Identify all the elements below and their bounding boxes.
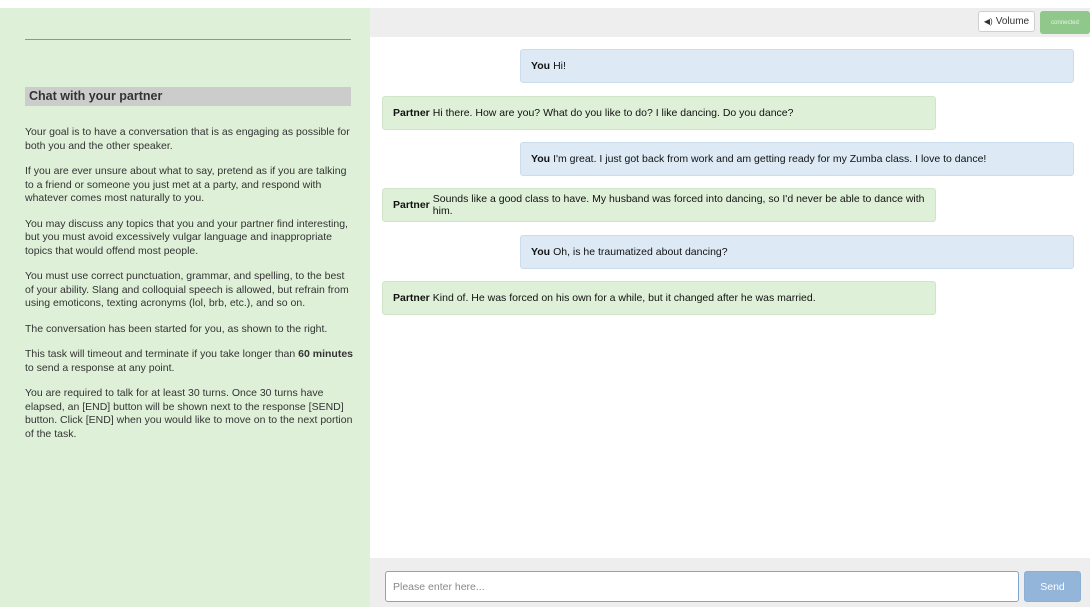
instructions-text: Your goal is to have a conversation that…	[25, 126, 355, 453]
send-button[interactable]: Send	[1024, 571, 1081, 602]
chat-task-page: Chat with your partner Your goal is to h…	[0, 0, 1090, 607]
message-text: Sounds like a good class to have. My hus…	[432, 193, 925, 217]
message-speaker: You	[531, 60, 551, 72]
timeout-duration: 60 minutes	[298, 348, 353, 360]
top-strip	[0, 0, 1090, 8]
message-partner: Partner Hi there. How are you? What do yo…	[382, 96, 936, 130]
instruction-unsure: If you are ever unsure about what to say…	[25, 165, 347, 204]
message-speaker: Partner	[393, 107, 430, 119]
message-speaker: You	[531, 246, 551, 258]
message-speaker: Partner	[393, 292, 430, 304]
message-text: Hi!	[553, 60, 566, 72]
message-text: Oh, is he traumatized about dancing?	[553, 246, 728, 258]
message-text: Kind of. He was forced on his own for a …	[432, 292, 816, 304]
divider	[25, 39, 351, 40]
message-list: You Hi! Partner Hi there. How are you? Wha…	[370, 37, 1090, 558]
instruction-started: The conversation has been started for yo…	[25, 322, 328, 335]
message-partner: Partner Kind of. He was forced on his own…	[382, 281, 936, 315]
message-speaker: You	[531, 153, 551, 165]
message-text: Hi there. How are you? What do you like …	[432, 107, 794, 119]
timeout-text-before: This task will timeout and terminate if …	[25, 348, 299, 360]
instructions-panel: Chat with your partner Your goal is to h…	[0, 8, 370, 607]
message-input[interactable]	[385, 571, 1019, 602]
message-partner: Partner Sounds like a good class to have.…	[382, 188, 936, 222]
volume-label: Volume	[995, 16, 1030, 27]
instruction-timeout: This task will timeout and terminate if …	[25, 348, 355, 375]
speaker-icon: ◀)	[983, 17, 993, 26]
task-heading: Chat with your partner	[25, 87, 351, 106]
message-speaker: Partner	[393, 199, 430, 211]
instruction-grammar: You must use correct punctuation, gramma…	[25, 270, 349, 309]
message-text: I'm great. I just got back from work and…	[553, 153, 987, 165]
connection-status-badge: connected	[1040, 11, 1090, 34]
timeout-text-after: to send a response at any point.	[25, 361, 175, 374]
message-you: You I'm great. I just got back from work …	[520, 142, 1074, 176]
instruction-goal: Your goal is to have a conversation that…	[25, 126, 350, 152]
message-you: You Hi!	[520, 49, 1074, 83]
instruction-topics: You may discuss any topics that you and …	[25, 217, 348, 257]
message-you: You Oh, is he traumatized about dancing?	[520, 235, 1074, 269]
instruction-turns: You are required to talk for at least 30…	[25, 387, 353, 440]
volume-button[interactable]: ◀) Volume	[978, 11, 1035, 32]
